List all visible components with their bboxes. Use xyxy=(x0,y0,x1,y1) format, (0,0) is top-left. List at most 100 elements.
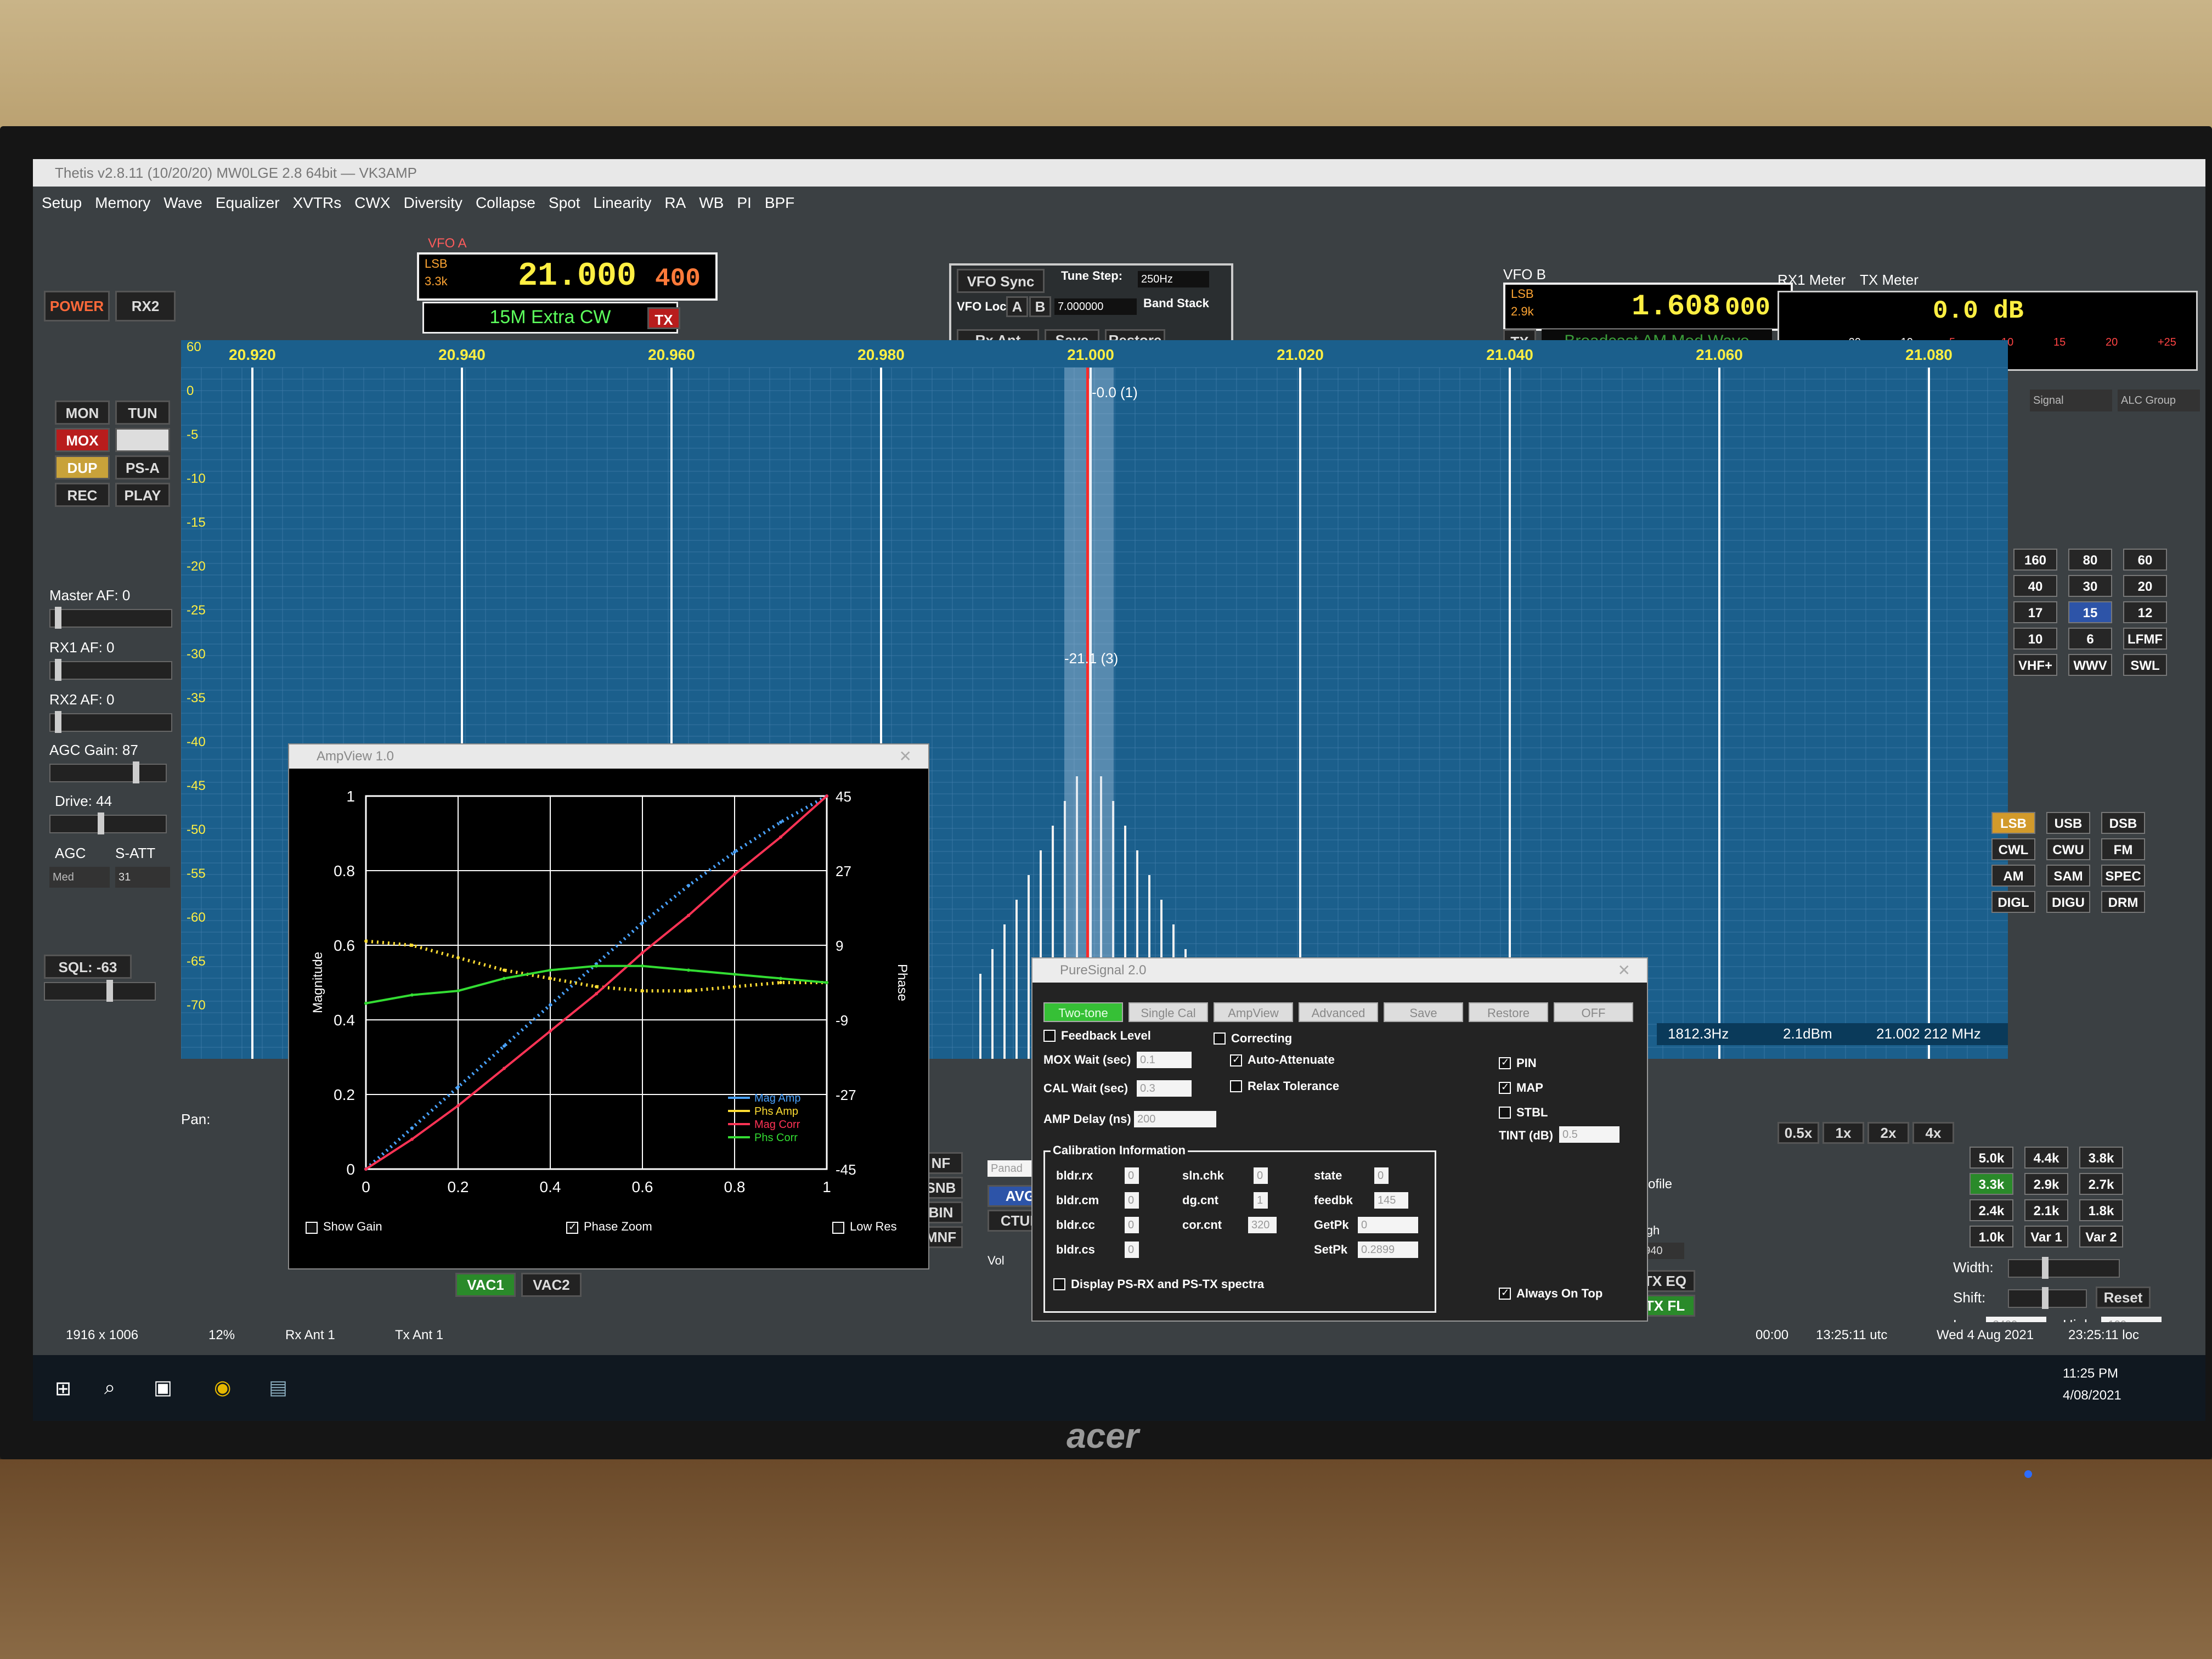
vac2-button[interactable]: VAC2 xyxy=(521,1273,582,1297)
vfo-lock-b-button[interactable]: B xyxy=(1029,296,1051,317)
ps-tab-two-tone[interactable]: Two-tone xyxy=(1043,1002,1123,1022)
map-checkbox[interactable] xyxy=(1499,1081,1511,1094)
sql-slider[interactable] xyxy=(44,980,156,1002)
mode-cwl-button[interactable]: CWL xyxy=(1991,838,2035,860)
filter-2-4k-button[interactable]: 2.4k xyxy=(1970,1199,2013,1221)
reset-button[interactable]: Reset xyxy=(2096,1286,2151,1308)
vfo-sync-button[interactable]: VFO Sync xyxy=(957,269,1045,293)
tune-step-select[interactable]: 250Hz xyxy=(1138,271,1209,287)
mode-drm-button[interactable]: DRM xyxy=(2101,891,2145,913)
vfo-a-tx-button[interactable]: TX xyxy=(647,307,680,329)
mode-dsb-button[interactable]: DSB xyxy=(2101,812,2145,834)
filter-5-0k-button[interactable]: 5.0k xyxy=(1970,1147,2013,1169)
power-button[interactable]: POWER xyxy=(44,291,110,321)
menu-linearity[interactable]: Linearity xyxy=(594,194,652,212)
shift-slider[interactable] xyxy=(2008,1287,2087,1309)
band-6-button[interactable]: 6 xyxy=(2068,628,2112,650)
rec-button[interactable]: REC xyxy=(55,483,110,507)
ampview-window[interactable]: AmpView 1.0 ✕ 0 0.2 0.4 0.6 0.8 1 0 0.2 0.4 0.6 0.… xyxy=(288,743,929,1269)
filter-var-1-button[interactable]: Var 1 xyxy=(2024,1226,2068,1248)
band-swl-button[interactable]: SWL xyxy=(2123,654,2167,676)
close-icon[interactable]: ✕ xyxy=(1618,958,1630,983)
low-res-checkbox[interactable] xyxy=(832,1222,844,1234)
amp-delay-input[interactable]: 200 xyxy=(1134,1111,1216,1127)
cal-wait-input[interactable]: 0.3 xyxy=(1137,1080,1192,1097)
band-12-button[interactable]: 12 xyxy=(2123,601,2167,623)
filter-var-2-button[interactable]: Var 2 xyxy=(2079,1226,2123,1248)
show-gain-checkbox[interactable] xyxy=(306,1222,318,1234)
zoom-4x-button[interactable]: 4x xyxy=(1912,1122,1954,1144)
menu-diversity[interactable]: Diversity xyxy=(404,194,462,212)
always-on-top-checkbox[interactable] xyxy=(1499,1287,1511,1300)
menu-setup[interactable]: Setup xyxy=(42,194,82,212)
menu-collapse[interactable]: Collapse xyxy=(476,194,535,212)
zoom-2x-button[interactable]: 2x xyxy=(1867,1122,1909,1144)
mox-wait-input[interactable]: 0.1 xyxy=(1137,1052,1192,1068)
ps-tab-save[interactable]: Save xyxy=(1384,1002,1463,1022)
ps-tab-ampview[interactable]: AmpView xyxy=(1214,1002,1293,1022)
meter-alc-select[interactable]: ALC Group xyxy=(2118,390,2200,411)
chrome-icon[interactable]: ◉ xyxy=(214,1376,231,1399)
mode-digl-button[interactable]: DIGL xyxy=(1991,891,2035,913)
filter-3-8k-button[interactable]: 3.8k xyxy=(2079,1147,2123,1169)
menu-wave[interactable]: Wave xyxy=(163,194,202,212)
task-view-icon[interactable]: ▣ xyxy=(154,1376,172,1399)
vfo-lock-value[interactable]: 7.000000 xyxy=(1054,298,1137,315)
filter-1-0k-button[interactable]: 1.0k xyxy=(1970,1226,2013,1248)
dup-button[interactable]: DUP xyxy=(55,455,110,479)
menu-xvtrs[interactable]: XVTRs xyxy=(293,194,342,212)
band-vhf--button[interactable]: VHF+ xyxy=(2013,654,2057,676)
band-17-button[interactable]: 17 xyxy=(2013,601,2057,623)
master-af-slider[interactable] xyxy=(49,607,172,629)
s-att-stepper[interactable]: 31 xyxy=(115,867,170,888)
ps-tab-advanced[interactable]: Advanced xyxy=(1299,1002,1378,1022)
agc-mode-select[interactable]: Med xyxy=(49,867,110,888)
search-icon[interactable]: ⌕ xyxy=(104,1376,115,1400)
rx2-af-slider[interactable] xyxy=(49,711,172,733)
menu-wb[interactable]: WB xyxy=(699,194,724,212)
ps-tab-single-cal[interactable]: Single Cal xyxy=(1128,1002,1208,1022)
mode-spec-button[interactable]: SPEC xyxy=(2101,865,2145,887)
mox-button[interactable]: MOX xyxy=(55,428,110,452)
puresignal-window[interactable]: PureSignal 2.0 ✕ Two-tone Single Cal AmpVi… xyxy=(1031,957,1648,1322)
ps-tab-restore[interactable]: Restore xyxy=(1469,1002,1548,1022)
ps-a-button[interactable]: PS-A xyxy=(115,455,170,479)
tun-button[interactable]: TUN xyxy=(115,400,170,425)
rx1-af-slider[interactable] xyxy=(49,659,172,681)
play-button[interactable]: PLAY xyxy=(115,483,170,507)
drive-slider[interactable] xyxy=(49,812,167,834)
rx2-button[interactable]: RX2 xyxy=(115,291,176,321)
menu-cwx[interactable]: CWX xyxy=(354,194,390,212)
close-icon[interactable]: ✕ xyxy=(899,744,912,769)
filter-2-9k-button[interactable]: 2.9k xyxy=(2024,1173,2068,1195)
menu-pi[interactable]: PI xyxy=(737,194,751,212)
filter-4-4k-button[interactable]: 4.4k xyxy=(2024,1147,2068,1169)
band-20-button[interactable]: 20 xyxy=(2123,575,2167,597)
band-40-button[interactable]: 40 xyxy=(2013,575,2057,597)
band-30-button[interactable]: 30 xyxy=(2068,575,2112,597)
filter-1-8k-button[interactable]: 1.8k xyxy=(2079,1199,2123,1221)
band-80-button[interactable]: 80 xyxy=(2068,549,2112,571)
feedback-level-checkbox[interactable] xyxy=(1043,1030,1056,1042)
menu-equalizer[interactable]: Equalizer xyxy=(216,194,280,212)
puresignal-titlebar[interactable]: PureSignal 2.0 ✕ xyxy=(1032,958,1647,983)
mode-cwu-button[interactable]: CWU xyxy=(2046,838,2090,860)
mode-usb-button[interactable]: USB xyxy=(2046,812,2090,834)
auto-attenuate-checkbox[interactable] xyxy=(1230,1054,1242,1066)
band-160-button[interactable]: 160 xyxy=(2013,549,2057,571)
menu-spot[interactable]: Spot xyxy=(549,194,580,212)
ps-tab-off[interactable]: OFF xyxy=(1554,1002,1633,1022)
filter-2-1k-button[interactable]: 2.1k xyxy=(2024,1199,2068,1221)
display-ps-spectra-checkbox[interactable] xyxy=(1053,1278,1065,1290)
mode-sam-button[interactable]: SAM xyxy=(2046,865,2090,887)
mode-am-button[interactable]: AM xyxy=(1991,865,2035,887)
menu-memory[interactable]: Memory xyxy=(95,194,150,212)
zoom-1x-button[interactable]: 1x xyxy=(1822,1122,1864,1144)
vfo-b-display[interactable]: LSB 2.9k 1.608 000 xyxy=(1503,283,1793,331)
filter-3-3k-button[interactable]: 3.3k xyxy=(1970,1173,2013,1195)
filter-2-7k-button[interactable]: 2.7k xyxy=(2079,1173,2123,1195)
meter-signal-select[interactable]: Signal xyxy=(2030,390,2112,411)
zoom-0-5x-button[interactable]: 0.5x xyxy=(1778,1122,1819,1144)
band-15-button[interactable]: 15 xyxy=(2068,601,2112,623)
vac1-button[interactable]: VAC1 xyxy=(455,1273,516,1297)
